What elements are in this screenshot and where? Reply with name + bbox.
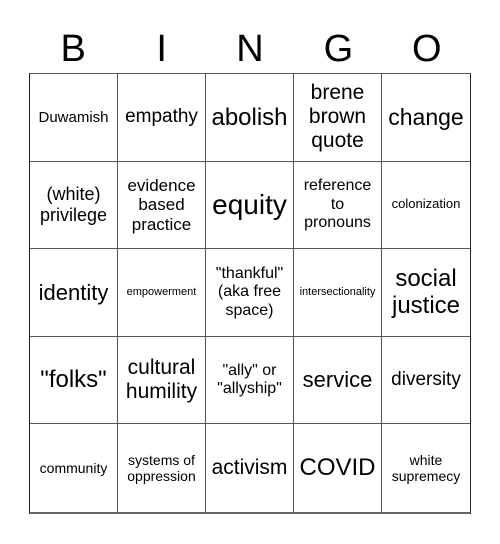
free-space-cell[interactable]: "thankful" (aka free space)	[206, 249, 294, 337]
header-letter-g: G	[323, 28, 354, 70]
bingo-cell[interactable]: "ally" or "allyship"	[206, 336, 294, 425]
bingo-cell[interactable]: empowerment	[118, 249, 206, 337]
bingo-cell[interactable]: empathy	[118, 74, 206, 162]
bingo-cell[interactable]: abolish	[206, 74, 294, 162]
bingo-cell[interactable]: colonization	[382, 162, 470, 250]
bingo-cell[interactable]: reference to pronouns	[294, 161, 382, 250]
bingo-cell[interactable]: service	[294, 336, 382, 425]
bingo-cell[interactable]: cultural humility	[118, 336, 206, 425]
header-letter-i: I	[156, 28, 167, 70]
bingo-header: B I N G O	[29, 26, 471, 73]
bingo-cell[interactable]: Duwamish	[30, 74, 118, 162]
header-letter-o: O	[412, 28, 442, 70]
bingo-cell[interactable]: (white) privilege	[30, 161, 118, 250]
bingo-cell[interactable]: diversity	[382, 337, 470, 425]
bingo-cell[interactable]: intersectionality	[294, 249, 382, 337]
bingo-cell[interactable]: evidence based practice	[118, 161, 206, 250]
bingo-cell[interactable]: social justice	[382, 249, 470, 337]
bingo-cell[interactable]: community	[30, 424, 118, 512]
bingo-cell[interactable]: brene brown quote	[294, 74, 382, 162]
bingo-cell[interactable]: activism	[206, 424, 294, 512]
bingo-cell[interactable]: identity	[30, 249, 118, 337]
bingo-cell[interactable]: white supremecy	[382, 424, 470, 512]
bingo-cell[interactable]: systems of oppression	[118, 424, 206, 512]
bingo-cell[interactable]: change	[382, 74, 470, 162]
bingo-cell[interactable]: equity	[206, 161, 294, 250]
header-letter-n: N	[236, 28, 264, 70]
bingo-cell[interactable]: "folks"	[30, 336, 118, 425]
bingo-board: Duwamish empathy abolish brene brown quo…	[29, 73, 471, 514]
bingo-cell[interactable]: COVID	[294, 424, 382, 512]
header-letter-b: B	[60, 28, 86, 70]
